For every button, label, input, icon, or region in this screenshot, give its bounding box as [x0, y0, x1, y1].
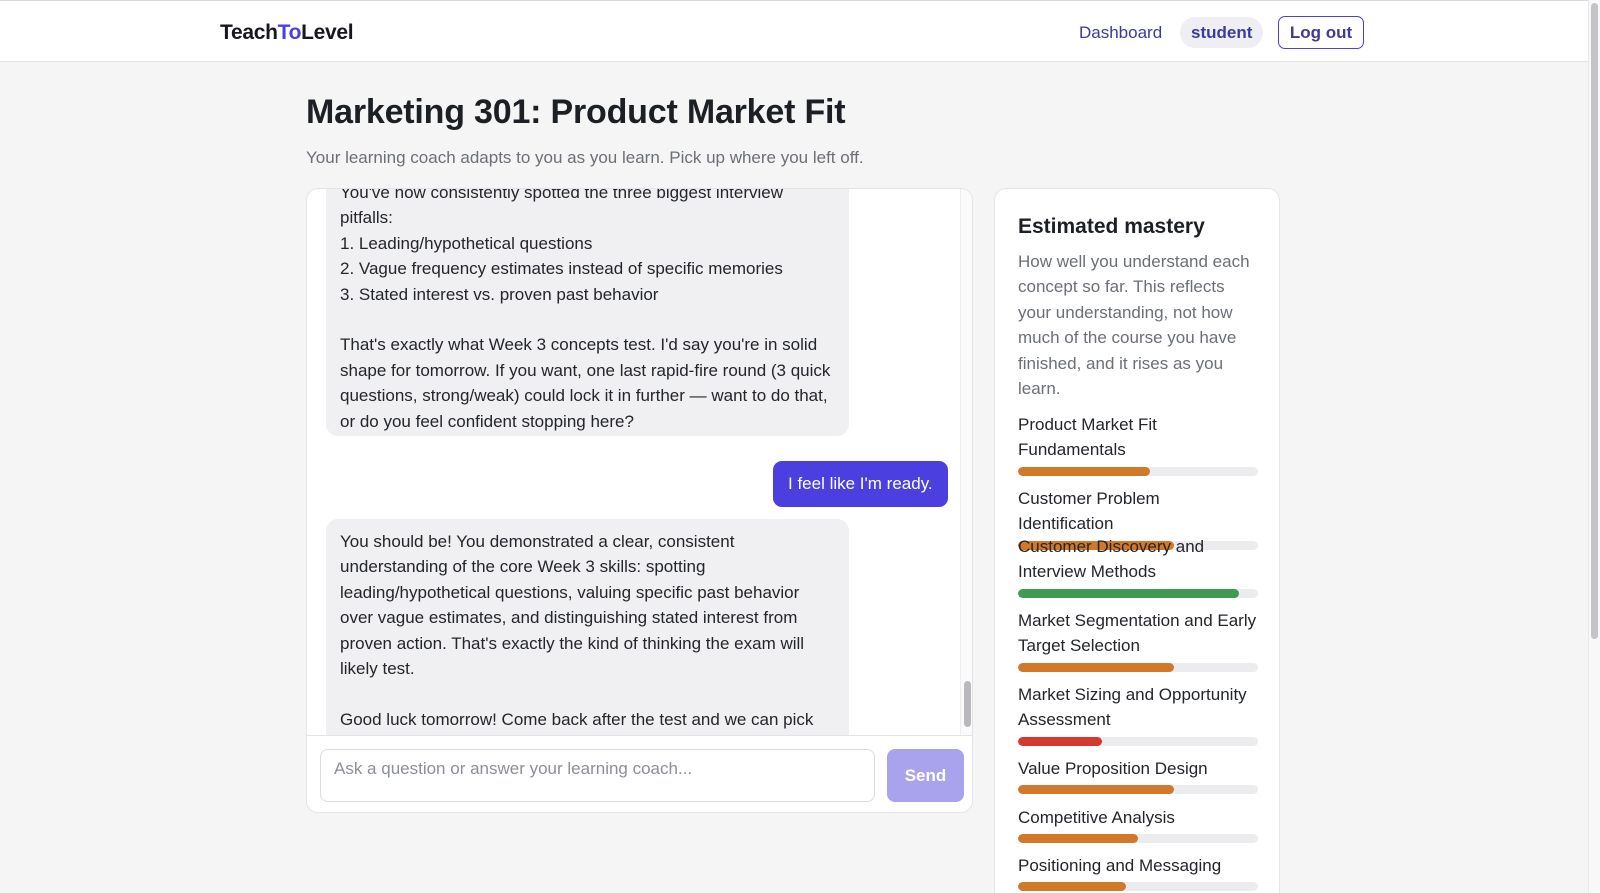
- mastery-bar: [1018, 834, 1258, 844]
- coach-message: You've now consistently spotted the thre…: [326, 189, 849, 436]
- concept-label: Product Market Fit Fundamentals: [1018, 415, 1157, 460]
- user-message: I feel like I'm ready.: [773, 461, 948, 507]
- send-button[interactable]: Send: [887, 749, 964, 802]
- concept-label: Customer Discovery and Interview Methods: [1018, 537, 1205, 582]
- mastery-bar: [1018, 588, 1258, 598]
- mastery-bar: [1018, 466, 1258, 476]
- logout-button[interactable]: Log out: [1278, 16, 1364, 49]
- mastery-bar-fill: [1018, 736, 1102, 746]
- top-navbar: TeachToLevel Dashboard student Log out: [0, 0, 1588, 62]
- page-title: Marketing 301: Product Market Fit: [306, 93, 846, 131]
- concept-label: Market Sizing and Opportunity Assessment: [1018, 685, 1247, 730]
- logo-part-to: To: [277, 21, 302, 44]
- mastery-title: Estimated mastery: [1018, 215, 1205, 238]
- concept-item: Customer Discovery and Interview Methods: [1018, 534, 1258, 598]
- mastery-panel: Estimated mastery How well you understan…: [994, 188, 1280, 893]
- mastery-bar-fill: [1018, 882, 1126, 892]
- concept-item: Value Proposition Design: [1018, 756, 1258, 795]
- concept-label: Competitive Analysis: [1018, 808, 1175, 827]
- user-badge: student: [1180, 17, 1264, 48]
- concept-item: Positioning and Messaging: [1018, 853, 1258, 892]
- mastery-bar-fill: [1018, 466, 1150, 476]
- mastery-bar: [1018, 882, 1258, 892]
- coach-message: You should be! You demonstrated a clear,…: [326, 519, 849, 735]
- concept-label: Customer Problem Identification: [1018, 489, 1160, 534]
- chat-input[interactable]: [320, 749, 875, 802]
- mastery-description: How well you understand each concept so …: [1018, 252, 1250, 399]
- mastery-bar-fill: [1018, 662, 1174, 672]
- concept-item: Market Segmentation and Early Target Sel…: [1018, 608, 1258, 672]
- nav-dashboard-link[interactable]: Dashboard: [1079, 23, 1162, 43]
- concept-label: Value Proposition Design: [1018, 759, 1208, 778]
- mastery-bar-fill: [1018, 588, 1239, 598]
- mastery-bar-fill: [1018, 834, 1138, 844]
- chat-scrollbar-track[interactable]: [960, 189, 972, 735]
- concept-label: Market Segmentation and Early Target Sel…: [1018, 611, 1257, 656]
- mastery-bar-fill: [1018, 785, 1174, 795]
- page-subtitle: Your learning coach adapts to you as you…: [306, 148, 864, 167]
- chat-panel: You've now consistently spotted the thre…: [306, 188, 973, 813]
- concept-label: Positioning and Messaging: [1018, 856, 1222, 875]
- page-scrollbar-thumb[interactable]: [1591, 3, 1598, 639]
- logo-part-level: Level: [301, 21, 354, 44]
- concept-item: Competitive Analysis: [1018, 805, 1258, 844]
- chat-message-list[interactable]: You've now consistently spotted the thre…: [307, 189, 960, 735]
- concept-item: Product Market Fit Fundamentals: [1018, 412, 1258, 476]
- logo[interactable]: TeachToLevel: [220, 21, 354, 45]
- mastery-bar: [1018, 662, 1258, 672]
- message-composer: Send: [307, 735, 972, 812]
- logo-part-teach: Teach: [220, 21, 278, 44]
- mastery-bar: [1018, 785, 1258, 795]
- mastery-bar: [1018, 736, 1258, 746]
- chat-scrollbar-thumb[interactable]: [964, 681, 971, 727]
- concept-item: Market Sizing and Opportunity Assessment: [1018, 682, 1258, 746]
